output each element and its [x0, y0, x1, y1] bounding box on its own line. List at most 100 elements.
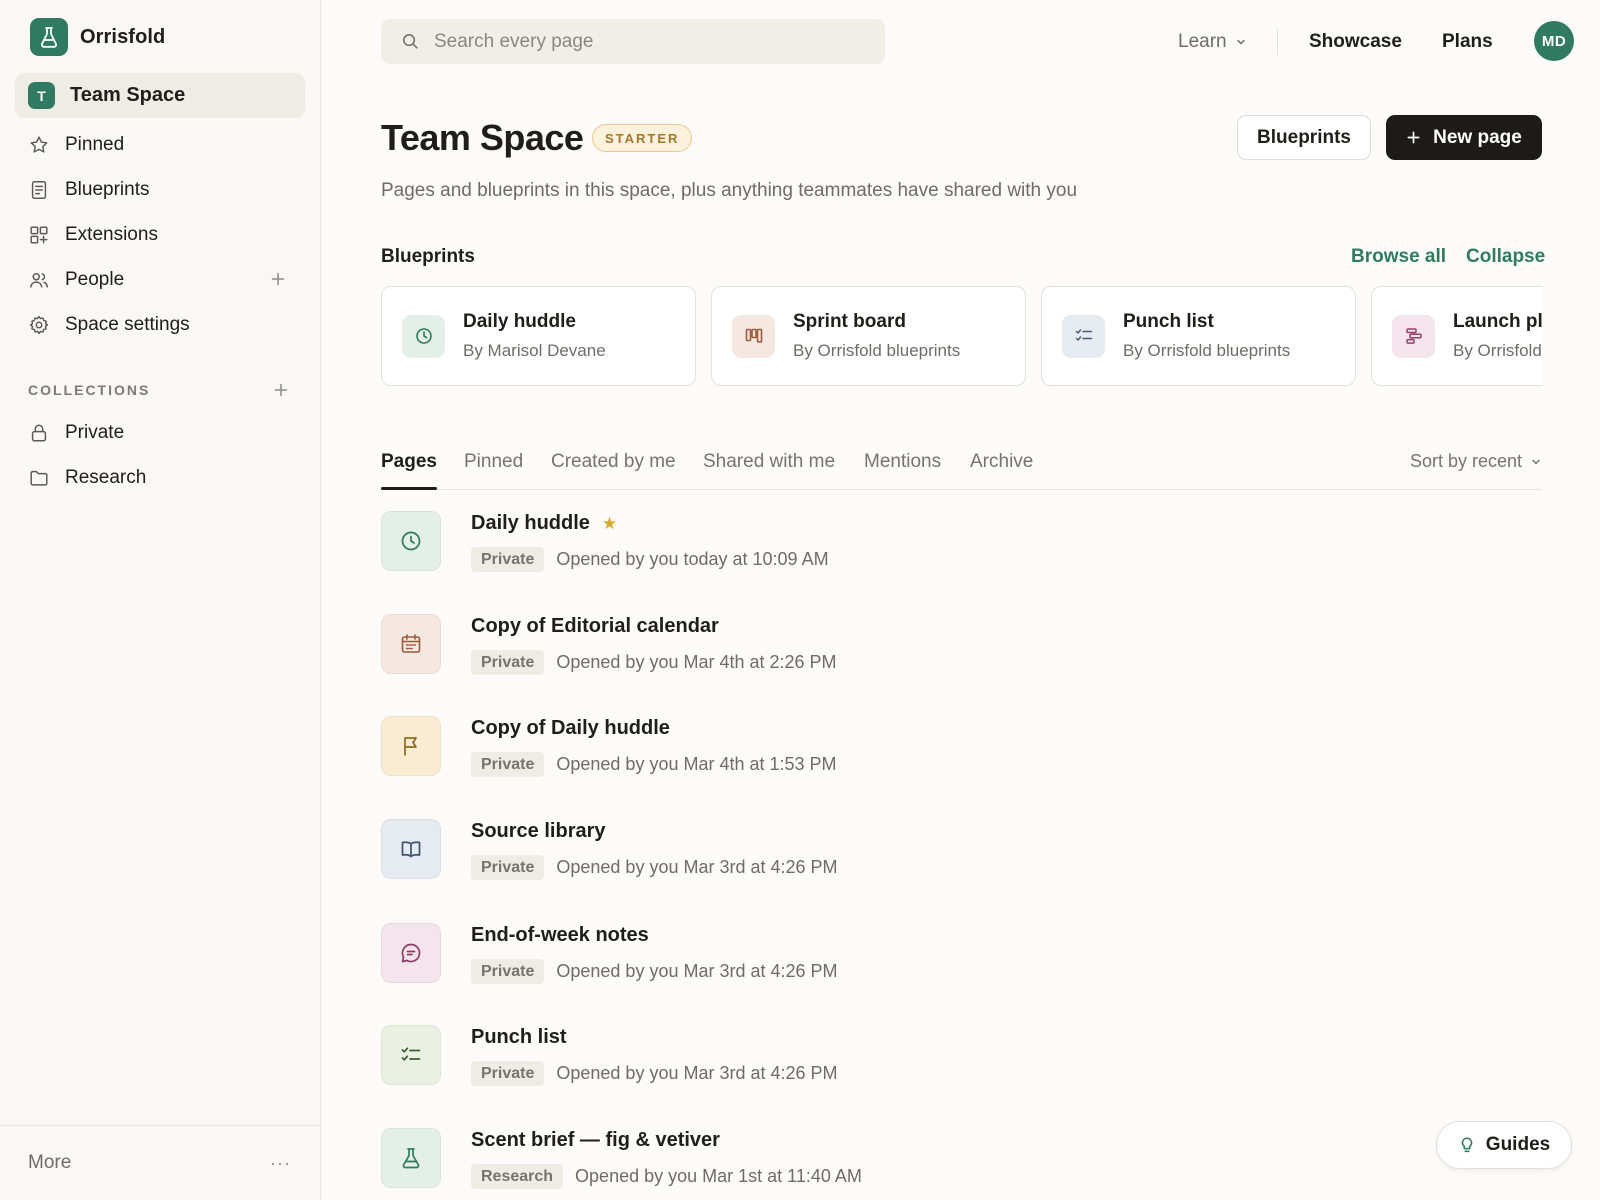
- roadmap-icon: [1392, 314, 1435, 358]
- page-name: Copy of Editorial calendar: [471, 615, 719, 638]
- page-name: Copy of Daily huddle: [471, 717, 670, 740]
- collapse-link[interactable]: Collapse: [1466, 246, 1545, 268]
- tab-mentions[interactable]: Mentions: [864, 451, 941, 473]
- blueprint-name: Launch plan: [1453, 311, 1542, 332]
- flask-icon: [30, 18, 68, 56]
- more-options-icon[interactable]: ···: [270, 1153, 291, 1174]
- more-label: More: [28, 1152, 72, 1173]
- list-item[interactable]: Punch list Private Opened by you Mar 3rd…: [381, 1025, 1542, 1086]
- sidebar-item-people[interactable]: People: [15, 257, 305, 302]
- learn-menu[interactable]: Learn: [1178, 31, 1247, 53]
- chevron-down-icon: [1236, 39, 1245, 45]
- showcase-link[interactable]: Showcase: [1309, 31, 1402, 53]
- collection-label: Private: [65, 421, 125, 443]
- blueprint-name: Sprint board: [793, 311, 906, 332]
- document-icon: [31, 180, 47, 199]
- user-avatar[interactable]: MD: [1534, 21, 1574, 61]
- workspace-header[interactable]: Orrisfold: [30, 18, 165, 56]
- collection-tag: Private: [471, 752, 545, 777]
- blueprint-name: Punch list: [1123, 311, 1214, 332]
- blueprint-name: Daily huddle: [463, 311, 576, 332]
- calendar-icon: [381, 614, 441, 674]
- plus-icon: [1407, 131, 1420, 144]
- last-opened: Opened by you today at 10:09 AM: [556, 549, 829, 569]
- collections-header: COLLECTIONS: [28, 380, 291, 400]
- new-page-label: New page: [1433, 126, 1522, 148]
- sidebar-item-space-settings[interactable]: Space settings: [15, 302, 305, 347]
- collections-list: Private Research: [15, 410, 305, 500]
- page-title-text: End-of-week notes: [471, 924, 649, 946]
- plans-link[interactable]: Plans: [1442, 31, 1493, 53]
- blueprints-section-title: Blueprints: [381, 246, 475, 267]
- kanban-icon: [732, 314, 775, 358]
- list-item[interactable]: Copy of Daily huddle Private Opened by y…: [381, 716, 1542, 777]
- sidebar-nav: Pinned Blueprints Extensions People Spac…: [15, 122, 305, 347]
- tab-created-by-me[interactable]: Created by me: [551, 451, 676, 473]
- sidebar-item-label: Blueprints: [65, 178, 150, 200]
- guides-button[interactable]: Guides: [1436, 1121, 1572, 1169]
- last-opened: Opened by you Mar 4th at 1:53 PM: [556, 754, 837, 774]
- collection-item-research[interactable]: Research: [15, 455, 305, 500]
- collections-title: COLLECTIONS: [28, 382, 151, 398]
- browse-all-link[interactable]: Browse all: [1351, 246, 1446, 268]
- search-input[interactable]: [434, 30, 854, 53]
- blueprint-card[interactable]: Launch plan By Orrisfold blueprints: [1371, 286, 1542, 386]
- clock-icon: [381, 511, 441, 571]
- sidebar-item-label: Pinned: [65, 133, 125, 155]
- list-item[interactable]: Source library Private Opened by you Mar…: [381, 819, 1542, 880]
- page-name: End-of-week notes: [471, 924, 649, 947]
- add-collection-icon[interactable]: [271, 380, 291, 400]
- blueprint-author: By Orrisfold blueprints: [1123, 341, 1291, 360]
- sidebar-item-blueprints[interactable]: Blueprints: [15, 167, 305, 212]
- sort-dropdown[interactable]: Sort by recent: [1410, 451, 1542, 472]
- sidebar-item-label: Space settings: [65, 313, 190, 335]
- collection-item-private[interactable]: Private: [15, 410, 305, 455]
- blueprint-card[interactable]: Punch list By Orrisfold blueprints: [1041, 286, 1356, 386]
- page-title: Team Space: [381, 117, 584, 158]
- space-avatar: T: [28, 82, 55, 109]
- folder-icon: [30, 470, 48, 486]
- clock-icon: [402, 314, 445, 358]
- active-tab-indicator: [381, 487, 437, 490]
- tab-shared-with-me[interactable]: Shared with me: [703, 451, 835, 473]
- page-title-text: Copy of Editorial calendar: [471, 615, 719, 637]
- page-title-text: Punch list: [471, 1026, 567, 1048]
- tab-pinned[interactable]: Pinned: [464, 451, 523, 473]
- tab-archive[interactable]: Archive: [970, 451, 1033, 473]
- top-divider: [1277, 29, 1278, 55]
- blueprint-author: By Orrisfold blueprints: [1453, 341, 1542, 360]
- collection-tag: Private: [471, 547, 545, 572]
- collection-tag: Private: [471, 855, 545, 880]
- page-title-text: Copy of Daily huddle: [471, 717, 670, 739]
- new-page-button[interactable]: New page: [1386, 115, 1542, 160]
- tab-pages[interactable]: Pages: [381, 451, 437, 473]
- blueprint-card[interactable]: Sprint board By Orrisfold blueprints: [711, 286, 1026, 386]
- page-tabs: Pages Pinned Created by me Shared with m…: [381, 440, 1542, 490]
- last-opened: Opened by you Mar 4th at 2:26 PM: [556, 652, 837, 672]
- extensions-icon: [30, 225, 48, 244]
- lock-icon: [31, 423, 47, 442]
- blueprint-author: By Marisol Devane: [463, 341, 606, 360]
- add-person-icon[interactable]: [268, 269, 288, 289]
- search-box[interactable]: [381, 19, 885, 64]
- collection-tag: Private: [471, 959, 545, 984]
- learn-label: Learn: [1178, 31, 1227, 52]
- collection-label: Research: [65, 466, 147, 488]
- gear-icon: [29, 315, 49, 334]
- sidebar-item-extensions[interactable]: Extensions: [15, 212, 305, 257]
- page-name: Source library: [471, 820, 606, 843]
- sidebar-footer[interactable]: More ···: [0, 1125, 321, 1200]
- current-space[interactable]: T Team Space: [15, 73, 305, 118]
- list-item[interactable]: Scent brief — fig & vetiver Research Ope…: [381, 1128, 1542, 1189]
- book-icon: [381, 819, 441, 879]
- page-name: Daily huddle ★: [471, 512, 617, 535]
- sidebar-item-pinned[interactable]: Pinned: [15, 122, 305, 167]
- list-item[interactable]: Copy of Editorial calendar Private Opene…: [381, 614, 1542, 675]
- blueprint-card[interactable]: Daily huddle By Marisol Devane: [381, 286, 696, 386]
- blueprints-button[interactable]: Blueprints: [1237, 115, 1371, 160]
- last-opened: Opened by you Mar 3rd at 4:26 PM: [556, 857, 838, 877]
- sort-label: Sort by recent: [1409, 451, 1522, 471]
- page-title-text: Source library: [471, 820, 606, 842]
- list-item[interactable]: Daily huddle ★ Private Opened by you tod…: [381, 511, 1542, 572]
- list-item[interactable]: End-of-week notes Private Opened by you …: [381, 923, 1542, 984]
